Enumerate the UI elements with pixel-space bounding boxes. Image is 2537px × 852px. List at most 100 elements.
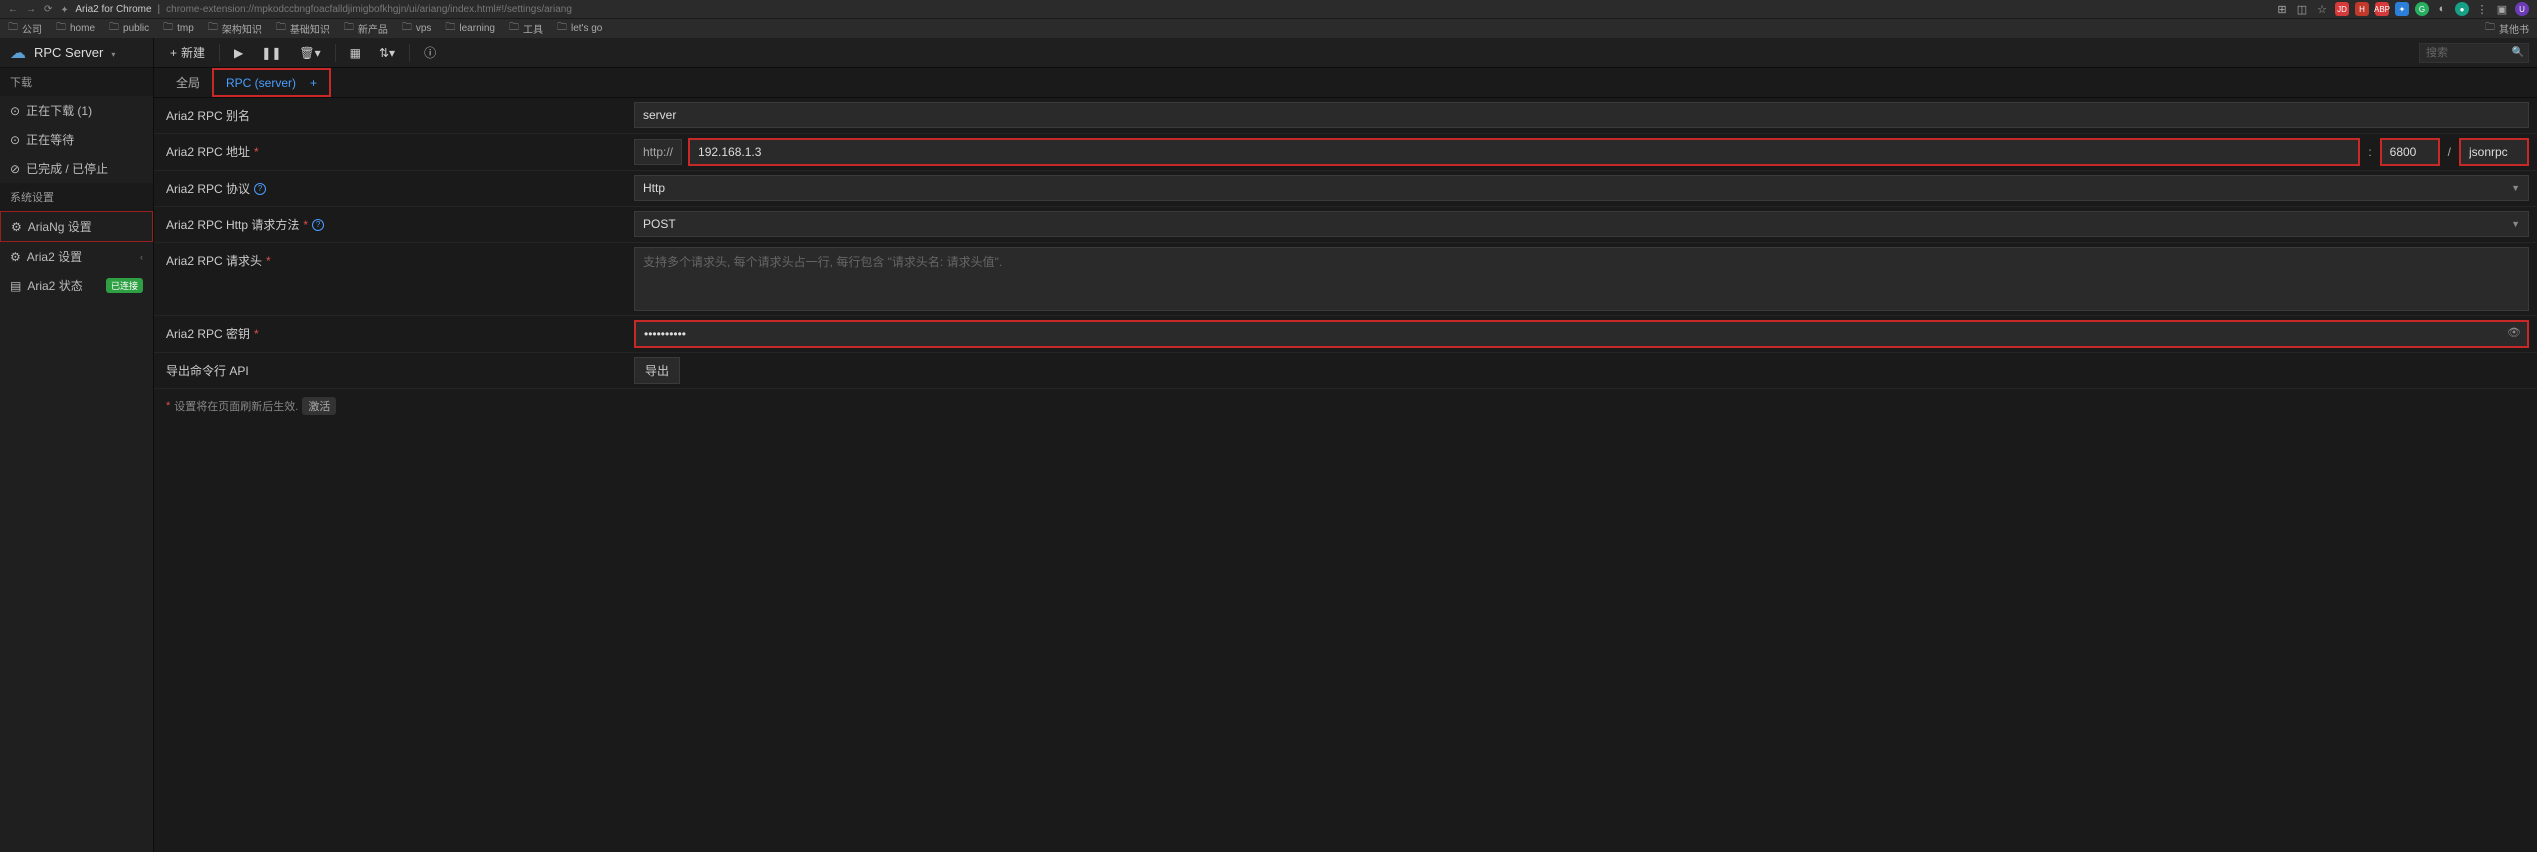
folder-icon: 🗀 — [402, 20, 412, 37]
plus-icon[interactable]: + — [310, 76, 317, 90]
tab-global[interactable]: 全局 — [164, 68, 212, 97]
headers-label: Aria2 RPC 请求头* — [154, 243, 634, 278]
forward-icon[interactable]: → — [26, 4, 36, 15]
gear-icon: ⚙ — [11, 220, 22, 234]
chevron-down-icon: ▾ — [111, 50, 115, 59]
required-icon: * — [254, 327, 259, 341]
reload-icon[interactable]: ⟳ — [44, 4, 52, 15]
menu-icon[interactable]: ⋮ — [2475, 2, 2489, 16]
port-input[interactable] — [2380, 138, 2440, 166]
chevron-left-icon: ‹ — [140, 252, 143, 262]
row-method: Aria2 RPC Http 请求方法 * ? POST ▼ — [154, 207, 2537, 243]
clock-icon: ⊙ — [10, 133, 20, 147]
nav-ariang-settings[interactable]: ⚙ AriaNg 设置 — [0, 211, 153, 242]
chevron-down-icon: ▼ — [2511, 183, 2520, 193]
nav-downloading[interactable]: ⊙ 正在下载 (1) — [0, 96, 153, 125]
install-icon[interactable]: ⊞ — [2275, 2, 2289, 16]
start-button[interactable]: ▶ — [226, 42, 251, 64]
new-button-label: 新建 — [181, 44, 205, 61]
protocol-prefix: http:// — [634, 139, 682, 165]
new-button[interactable]: + 新建 — [162, 40, 213, 65]
row-protocol: Aria2 RPC 协议 ? Http ▼ — [154, 171, 2537, 207]
export-button[interactable]: 导出 — [634, 357, 680, 384]
folder-icon: 🗀 — [344, 20, 354, 37]
folder-icon: 🗀 — [208, 20, 218, 37]
bookmark-folder[interactable]: 🗀新产品 — [344, 20, 388, 37]
bookmark-folder[interactable]: 🗀tmp — [163, 20, 194, 37]
nav-label: AriaNg 设置 — [28, 218, 92, 235]
view-grid-button[interactable]: ▦ — [342, 42, 369, 64]
bookmark-folder[interactable]: 🗀learning — [445, 20, 495, 37]
export-label: 导出命令行 API — [154, 353, 634, 388]
activate-pill[interactable]: 激活 — [302, 397, 336, 415]
section-system: 系统设置 — [0, 183, 153, 211]
ext-icon-5[interactable]: ◐ — [2435, 2, 2449, 16]
eye-icon[interactable]: 👁 — [2507, 326, 2521, 339]
sidebar-header[interactable]: ☁ RPC Server ▾ — [0, 38, 153, 68]
ext-icon-abp[interactable]: ABP — [2375, 2, 2389, 16]
extensions-icon[interactable]: ◫ — [2295, 2, 2309, 16]
tabs-icon[interactable]: ▣ — [2495, 2, 2509, 16]
bookmark-folder[interactable]: 🗀公司 — [8, 20, 42, 37]
bookmark-folder[interactable]: 🗀架构知识 — [208, 20, 262, 37]
tab-rpc-label: RPC (server) — [226, 76, 296, 90]
sort-button[interactable]: ⇅▾ — [371, 42, 403, 64]
protocol-select[interactable]: Http ▼ — [634, 175, 2529, 201]
browser-right-icons: ⊞ ◫ ☆ JD H ABP ✦ G ◐ ● ⋮ ▣ U — [2275, 2, 2529, 16]
secret-input[interactable] — [634, 320, 2529, 348]
pause-icon: ❚❚ — [261, 46, 281, 60]
trash-icon: 🗑▾ — [299, 46, 320, 60]
nav-aria2-settings[interactable]: ⚙ Aria2 设置 ‹ — [0, 242, 153, 271]
required-icon: * — [254, 145, 259, 159]
other-bookmarks[interactable]: 🗀其他书 — [2485, 20, 2529, 37]
search-box: 🔍 — [2419, 43, 2529, 63]
browser-top-bar: ← → ⟳ ✦ Aria2 for Chrome | chrome-extens… — [0, 0, 2537, 18]
bookmark-folder[interactable]: 🗀基础知识 — [276, 20, 330, 37]
sort-icon: ⇅▾ — [379, 46, 395, 60]
delete-button[interactable]: 🗑▾ — [291, 42, 328, 64]
folder-icon: 🗀 — [8, 20, 18, 37]
status-badge: 已连接 — [106, 278, 143, 293]
alias-label: Aria2 RPC 别名 — [154, 98, 634, 133]
address-url: chrome-extension://mpkodccbngfoacfalldji… — [166, 4, 572, 15]
pause-button[interactable]: ❚❚ — [253, 42, 289, 64]
protocol-value: Http — [643, 181, 665, 195]
help-button[interactable]: ⓘ — [416, 40, 444, 65]
required-icon: * — [266, 254, 271, 268]
method-select[interactable]: POST ▼ — [634, 211, 2529, 237]
bookmark-folder[interactable]: 🗀vps — [402, 20, 432, 37]
nav-aria2-status[interactable]: ▤ Aria2 状态 已连接 — [0, 271, 153, 300]
bookmark-folder[interactable]: 🗀let's go — [557, 20, 602, 37]
download-icon: ⊙ — [10, 104, 20, 118]
bookmark-folder[interactable]: 🗀public — [109, 20, 149, 37]
check-icon: ⊘ — [10, 162, 20, 176]
host-input[interactable] — [688, 138, 2360, 166]
cloud-icon: ☁ — [10, 43, 26, 63]
alias-input[interactable] — [634, 102, 2529, 128]
ext-icon-3[interactable]: ✦ — [2395, 2, 2409, 16]
ext-icon-6[interactable]: ● — [2455, 2, 2469, 16]
info-icon[interactable]: ? — [312, 219, 324, 231]
info-icon[interactable]: ? — [254, 183, 266, 195]
tab-rpc[interactable]: RPC (server) + — [212, 68, 331, 97]
row-headers: Aria2 RPC 请求头* — [154, 243, 2537, 316]
toolbar: + 新建 ▶ ❚❚ 🗑▾ ▦ ⇅▾ ⓘ 🔍 — [154, 38, 2537, 68]
row-secret: Aria2 RPC 密钥* 👁 — [154, 316, 2537, 353]
bookmark-star-icon[interactable]: ☆ — [2315, 2, 2329, 16]
folder-icon: 🗀 — [56, 20, 66, 37]
page-title: Aria2 for Chrome — [75, 4, 151, 15]
nav-waiting[interactable]: ⊙ 正在等待 — [0, 125, 153, 154]
bookmark-folder[interactable]: 🗀home — [56, 20, 95, 37]
profile-icon[interactable]: U — [2515, 2, 2529, 16]
nav-stopped[interactable]: ⊘ 已完成 / 已停止 — [0, 154, 153, 183]
back-icon[interactable]: ← — [8, 4, 18, 15]
nav-label: 正在等待 — [26, 131, 74, 148]
ext-icon-1[interactable]: JD — [2335, 2, 2349, 16]
headers-textarea[interactable] — [634, 247, 2529, 311]
ext-icon-2[interactable]: H — [2355, 2, 2369, 16]
ext-icon-4[interactable]: G — [2415, 2, 2429, 16]
path-input[interactable] — [2459, 138, 2529, 166]
address-label: Aria2 RPC 地址* — [154, 134, 634, 169]
bookmark-folder[interactable]: 🗀工具 — [509, 20, 543, 37]
main-area: + 新建 ▶ ❚❚ 🗑▾ ▦ ⇅▾ ⓘ 🔍 全局 RPC (server) + — [154, 38, 2537, 852]
